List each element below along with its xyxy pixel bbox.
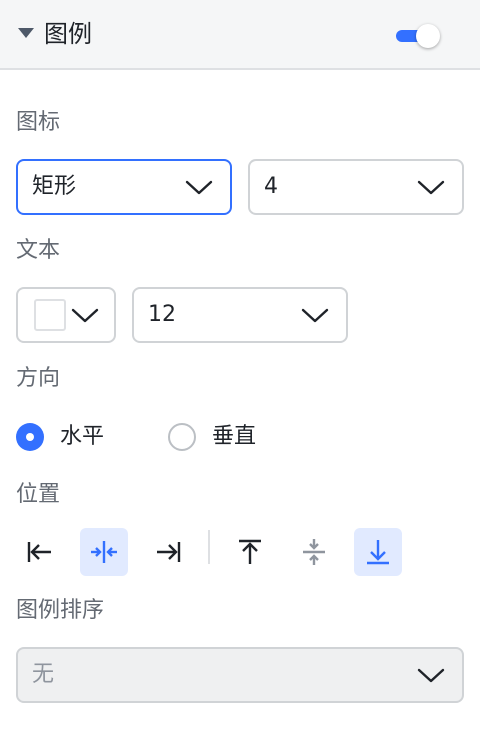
position-right-button[interactable] [144, 528, 192, 576]
radio-label-horizontal: 水平 [60, 424, 105, 449]
legend-panel-header[interactable]: 图例 [0, 0, 480, 70]
chevron-down-icon [417, 180, 445, 195]
chevron-down-icon [185, 180, 213, 195]
toggle-knob [416, 24, 440, 48]
collapse-caret-icon[interactable] [18, 28, 34, 38]
legend-enabled-toggle[interactable] [396, 24, 444, 48]
radio-checked-icon [16, 423, 44, 451]
chevron-down-icon [417, 668, 445, 683]
color-swatch [34, 299, 66, 331]
align-bottom-icon [367, 540, 389, 565]
position-center-button[interactable] [80, 528, 128, 576]
icon-shape-select[interactable]: 矩形 [16, 159, 232, 215]
legend-sort-select[interactable]: 无 [16, 647, 464, 703]
align-top-icon [239, 539, 261, 564]
legend-sort-label: 图例排序 [16, 598, 105, 623]
icon-shape-value: 矩形 [32, 174, 77, 199]
radio-unchecked-icon [168, 423, 196, 451]
position-divider [208, 530, 210, 564]
chevron-down-icon [71, 308, 99, 323]
icon-size-select[interactable]: 4 [248, 159, 464, 215]
align-right-icon [157, 542, 181, 562]
position-middle-button[interactable] [290, 528, 338, 576]
position-bottom-button[interactable] [354, 528, 402, 576]
panel-title: 图例 [44, 20, 92, 48]
position-section-label: 位置 [16, 482, 61, 507]
position-top-button[interactable] [226, 528, 274, 576]
font-size-value: 12 [148, 302, 176, 327]
radio-label-vertical: 垂直 [212, 424, 257, 449]
icon-size-value: 4 [264, 174, 278, 199]
text-section-label: 文本 [16, 238, 61, 263]
align-horizontal-center-icon [91, 541, 117, 563]
direction-radio-horizontal[interactable]: 水平 [16, 422, 116, 452]
chevron-down-icon [301, 308, 329, 323]
position-left-button[interactable] [16, 528, 64, 576]
legend-sort-value: 无 [32, 662, 55, 687]
text-color-picker[interactable] [16, 287, 116, 343]
icon-section-label: 图标 [16, 110, 61, 135]
align-left-icon [27, 542, 51, 562]
direction-section-label: 方向 [16, 366, 61, 391]
direction-radio-vertical[interactable]: 垂直 [168, 422, 268, 452]
font-size-select[interactable]: 12 [132, 287, 348, 343]
align-vertical-center-icon [303, 539, 325, 565]
